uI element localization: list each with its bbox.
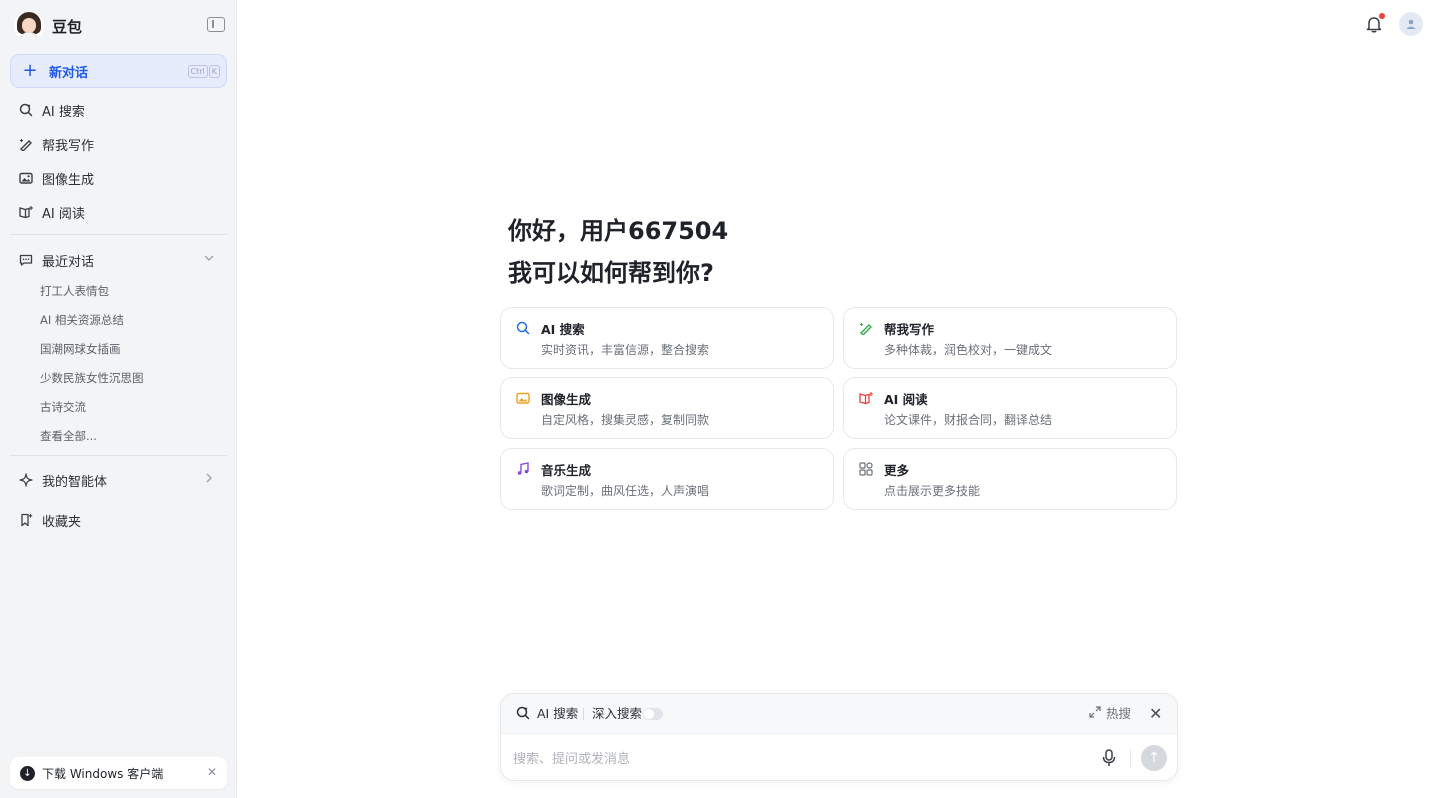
brand-name: 豆包 <box>52 17 83 36</box>
skill-card-title: 帮我写作 <box>884 322 935 337</box>
skill-card-ai-reading[interactable]: AI 阅读 论文课件，财报合同，翻译总结 <box>843 377 1177 439</box>
greeting-subtitle: 我可以如何帮到你? <box>508 259 714 287</box>
user-avatar[interactable] <box>1399 12 1423 36</box>
pen-icon <box>859 321 873 336</box>
view-all-link[interactable]: 查看全部... <box>40 426 97 446</box>
sidebar-item-ai-reading[interactable]: AI 阅读 <box>10 196 227 228</box>
new-chat-button[interactable]: + 新对话 Ctrl K <box>10 54 227 88</box>
sidebar-item-label: 收藏夹 <box>42 514 82 530</box>
chat-bubble-icon <box>18 252 34 268</box>
sidebar-item-favorites[interactable]: 收藏夹 <box>10 504 227 536</box>
search-icon <box>18 102 34 118</box>
kbd-k: K <box>208 65 220 78</box>
skill-card-desc: 点击展示更多技能 <box>884 484 981 498</box>
composer: AI 搜索 深入搜索 热搜 ✕ ↑ <box>500 693 1178 781</box>
sidebar-item-agents[interactable]: 我的智能体 <box>10 464 227 496</box>
recent-chat-item[interactable]: 国潮网球女插画 <box>40 339 121 359</box>
image-icon <box>18 170 34 186</box>
skill-card-title: AI 阅读 <box>884 392 928 407</box>
composer-toolbar: AI 搜索 深入搜索 热搜 ✕ <box>501 694 1177 734</box>
greeting-title: 你好，用户667504 <box>508 217 729 245</box>
close-icon[interactable]: ✕ <box>207 765 217 779</box>
brand[interactable]: 豆包 <box>14 10 82 42</box>
sidebar-item-ai-search[interactable]: AI 搜索 <box>10 94 227 126</box>
download-label: 下载 Windows 客户端 <box>42 766 164 781</box>
deep-search-toggle[interactable] <box>643 708 663 720</box>
recent-chat-item[interactable]: 打工人表情包 <box>40 281 109 301</box>
skill-card-desc: 自定风格，搜集灵感，复制同款 <box>541 413 710 427</box>
music-icon <box>516 462 530 476</box>
kbd-ctrl: Ctrl <box>187 65 208 78</box>
skill-card-desc: 实时资讯，丰富信源，整合搜索 <box>541 343 710 357</box>
doubao-logo <box>14 11 44 41</box>
skill-card-music[interactable]: 音乐生成 歌词定制，曲风任选，人声演唱 <box>500 448 834 510</box>
skill-card-desc: 论文课件，财报合同，翻译总结 <box>884 413 1053 427</box>
new-chat-label: 新对话 <box>49 65 89 81</box>
hot-search-button[interactable]: 热搜 <box>1106 706 1131 722</box>
sidebar-item-image[interactable]: 图像生成 <box>10 162 227 194</box>
recent-chat-item[interactable]: AI 相关资源总结 <box>40 310 124 330</box>
recent-chat-item[interactable]: 古诗交流 <box>40 397 86 417</box>
skill-card-desc: 歌词定制，曲风任选，人声演唱 <box>541 484 710 498</box>
separator <box>1130 749 1131 767</box>
skill-card-desc: 多种体裁，润色校对，一键成文 <box>884 343 1053 357</box>
sidebar-item-label: AI 阅读 <box>42 206 85 222</box>
close-icon[interactable]: ✕ <box>1149 704 1162 724</box>
grid-icon <box>859 462 873 476</box>
sidebar-item-label: 图像生成 <box>42 172 95 188</box>
separator <box>583 708 584 720</box>
sidebar-item-label: 我的智能体 <box>42 474 108 490</box>
skill-card-title: 图像生成 <box>541 392 592 407</box>
microphone-icon[interactable] <box>1101 748 1117 768</box>
sidebar-item-writing[interactable]: 帮我写作 <box>10 128 227 160</box>
sparkle-icon <box>18 472 34 488</box>
skill-card-ai-search[interactable]: AI 搜索 实时资讯，丰富信源，整合搜索 <box>500 307 834 369</box>
shortcut-hint: Ctrl K <box>187 65 220 78</box>
notification-dot <box>1379 13 1385 19</box>
bookmark-icon <box>18 512 34 528</box>
download-client-banner[interactable]: ↓ 下载 Windows 客户端 ✕ <box>10 757 227 789</box>
search-icon <box>516 321 530 335</box>
skill-card-writing[interactable]: 帮我写作 多种体裁，润色校对，一键成文 <box>843 307 1177 369</box>
skill-card-title: AI 搜索 <box>541 322 585 337</box>
recent-chat-item[interactable]: 少数民族女性沉思图 <box>40 368 144 388</box>
sidebar: 豆包 + 新对话 Ctrl K AI 搜索 帮我写作 图像生成 AI 阅读 最近… <box>0 0 237 798</box>
sidebar-item-label: 帮我写作 <box>42 138 95 154</box>
skill-card-title: 音乐生成 <box>541 463 592 478</box>
deep-search-label: 深入搜索 <box>592 706 643 721</box>
divider <box>10 455 227 456</box>
recent-chats-label: 最近对话 <box>42 254 95 270</box>
download-icon: ↓ <box>20 765 35 781</box>
chevron-right-icon <box>203 472 215 487</box>
skill-card-more[interactable]: 更多 点击展示更多技能 <box>843 448 1177 510</box>
skill-card-image[interactable]: 图像生成 自定风格，搜集灵感，复制同款 <box>500 377 834 439</box>
image-icon <box>516 391 530 405</box>
book-icon <box>18 204 34 220</box>
sidebar-item-label: AI 搜索 <box>42 104 85 120</box>
plus-icon: + <box>22 60 38 81</box>
send-button[interactable]: ↑ <box>1141 745 1167 771</box>
mode-label[interactable]: AI 搜索 <box>537 706 578 722</box>
sidebar-toggle-icon[interactable] <box>207 17 225 32</box>
skill-card-title: 更多 <box>884 463 910 478</box>
chevron-down-icon <box>203 252 215 267</box>
recent-chats-toggle[interactable]: 最近对话 <box>10 244 227 276</box>
search-icon <box>515 706 531 722</box>
divider <box>10 234 227 235</box>
message-input[interactable] <box>513 748 1073 770</box>
pen-icon <box>18 136 34 152</box>
expand-icon <box>1089 706 1101 722</box>
book-icon <box>859 391 873 405</box>
